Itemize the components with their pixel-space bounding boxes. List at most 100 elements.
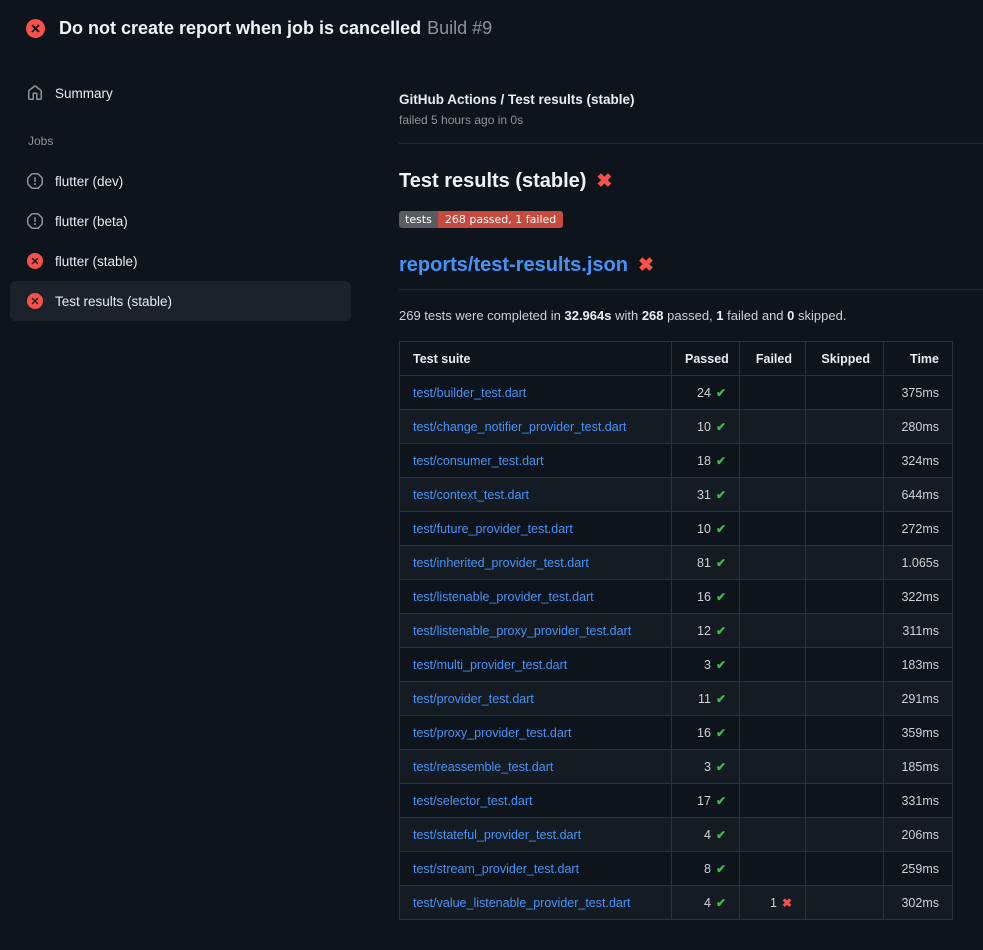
run-meta: failed 5 hours ago in 0s [399,113,983,127]
test-suite-link[interactable]: test/context_test.dart [413,488,529,502]
test-suite-cell: test/consumer_test.dart [400,444,672,478]
table-header-row: Test suite Passed Failed Skipped Time [400,342,953,376]
test-results-table-body: test/builder_test.dart24✔375mstest/chang… [400,376,953,920]
check-icon: ✔ [716,420,726,434]
check-icon: ✔ [716,692,726,706]
test-suite-link[interactable]: test/builder_test.dart [413,386,526,400]
passed-cell: 31✔ [672,478,740,512]
check-icon: ✔ [716,794,726,808]
passed-cell: 10✔ [672,512,740,546]
skipped-cell [806,478,884,512]
time-cell: 291ms [884,682,953,716]
test-suite-cell: test/inherited_provider_test.dart [400,546,672,580]
time-cell: 259ms [884,852,953,886]
sidebar-item-label: flutter (dev) [55,174,123,189]
table-row: test/consumer_test.dart18✔324ms [400,444,953,478]
test-summary: 269 tests were completed in 32.964s with… [399,308,983,323]
run-failed-x-circle-icon [26,19,45,38]
table-row: test/proxy_provider_test.dart16✔359ms [400,716,953,750]
sidebar: Summary Jobs flutter (dev) flutter (beta… [0,56,375,321]
test-suite-cell: test/stateful_provider_test.dart [400,818,672,852]
check-icon: ✔ [716,556,726,570]
sidebar-item-summary[interactable]: Summary [10,73,351,113]
test-suite-link[interactable]: test/multi_provider_test.dart [413,658,567,672]
time-cell: 272ms [884,512,953,546]
passed-cell: 11 ✔ [672,682,740,716]
summary-failed-count: 1 [716,308,723,323]
test-suite-cell: test/multi_provider_test.dart [400,648,672,682]
table-row: test/change_notifier_provider_test.dart1… [400,410,953,444]
test-suite-link[interactable]: test/stream_provider_test.dart [413,862,579,876]
check-icon: ✔ [716,828,726,842]
skipped-cell [806,784,884,818]
table-row: test/inherited_provider_test.dart 81 ✔ 1.06… [400,546,953,580]
test-suite-cell: test/proxy_provider_test.dart [400,716,672,750]
test-suite-link[interactable]: test/change_notifier_provider_test.dart [413,420,626,434]
passed-cell: 24✔ [672,376,740,410]
test-suite-link[interactable]: test/reassemble_test.dart [413,760,553,774]
skipped-cell [806,648,884,682]
time-cell: 1.065s [884,546,953,580]
sidebar-item-label: Test results (stable) [55,294,172,309]
test-suite-link[interactable]: test/provider_test.dart [413,692,534,706]
summary-text: passed, [664,308,717,323]
check-icon: ✔ [716,760,726,774]
skipped-cell [806,750,884,784]
passed-count: 18 [697,454,711,468]
check-icon: ✔ [716,590,726,604]
check-icon: ✔ [716,488,726,502]
sidebar-item-flutter-stable[interactable]: flutter (stable) [10,241,351,281]
report-file-link[interactable]: reports/test-results.json [399,254,628,277]
test-suite-link[interactable]: test/listenable_proxy_provider_test.dart [413,624,631,638]
test-suite-link[interactable]: test/value_listenable_provider_test.dart [413,896,631,910]
time-cell: 280ms [884,410,953,444]
skipped-cell [806,444,884,478]
passed-cell: 8✔ [672,852,740,886]
test-suite-cell: test/future_provider_test.dart [400,512,672,546]
test-suite-link[interactable]: test/consumer_test.dart [413,454,544,468]
skipped-cell [806,682,884,716]
check-icon: ✔ [716,726,726,740]
passed-count: 81 [697,556,711,570]
sidebar-item-flutter-beta[interactable]: flutter (beta) [10,201,351,241]
passed-count: 3 [704,760,711,774]
table-row: test/reassemble_test.dart3✔185ms [400,750,953,784]
test-suite-link[interactable]: test/inherited_provider_test.dart [413,556,589,570]
failed-cell [740,376,806,410]
test-suite-link[interactable]: test/future_provider_test.dart [413,522,573,536]
test-suite-link[interactable]: test/listenable_provider_test.dart [413,590,594,604]
failed-cell [740,512,806,546]
check-icon: ✔ [716,862,726,876]
run-title-text: Do not create report when job is cancell… [59,18,421,38]
test-suite-cell: test/provider_test.dart [400,682,672,716]
check-icon: ✔ [716,624,726,638]
test-suite-link[interactable]: test/stateful_provider_test.dart [413,828,581,842]
failed-cell [740,410,806,444]
test-suite-cell: test/selector_test.dart [400,784,672,818]
passed-count: 8 [704,862,711,876]
sidebar-item-test-results-stable[interactable]: Test results (stable) [10,281,351,321]
table-row: test/value_listenable_provider_test.dart… [400,886,953,920]
run-header: Do not create report when job is cancell… [0,0,983,56]
check-icon: ✔ [716,386,726,400]
failed-cell [740,852,806,886]
summary-text: failed and [724,308,788,323]
sidebar-item-flutter-dev[interactable]: flutter (dev) [10,161,351,201]
x-circle-icon [27,253,43,269]
table-row: test/selector_test.dart17✔331ms [400,784,953,818]
test-suite-link[interactable]: test/proxy_provider_test.dart [413,726,571,740]
breadcrumb[interactable]: GitHub Actions / Test results (stable) [399,92,983,107]
test-suite-cell: test/change_notifier_provider_test.dart [400,410,672,444]
summary-text: with [611,308,641,323]
time-cell: 302ms [884,886,953,920]
failed-cell [740,614,806,648]
time-cell: 324ms [884,444,953,478]
table-row: test/builder_test.dart24✔375ms [400,376,953,410]
test-results-table: Test suite Passed Failed Skipped Time te… [399,341,953,920]
test-suite-link[interactable]: test/selector_test.dart [413,794,533,808]
passed-cell: 12✔ [672,614,740,648]
passed-count: 11 [698,692,711,706]
badge-value: 268 passed, 1 failed [438,211,563,228]
failed-cell [740,750,806,784]
passed-count: 4 [704,828,711,842]
